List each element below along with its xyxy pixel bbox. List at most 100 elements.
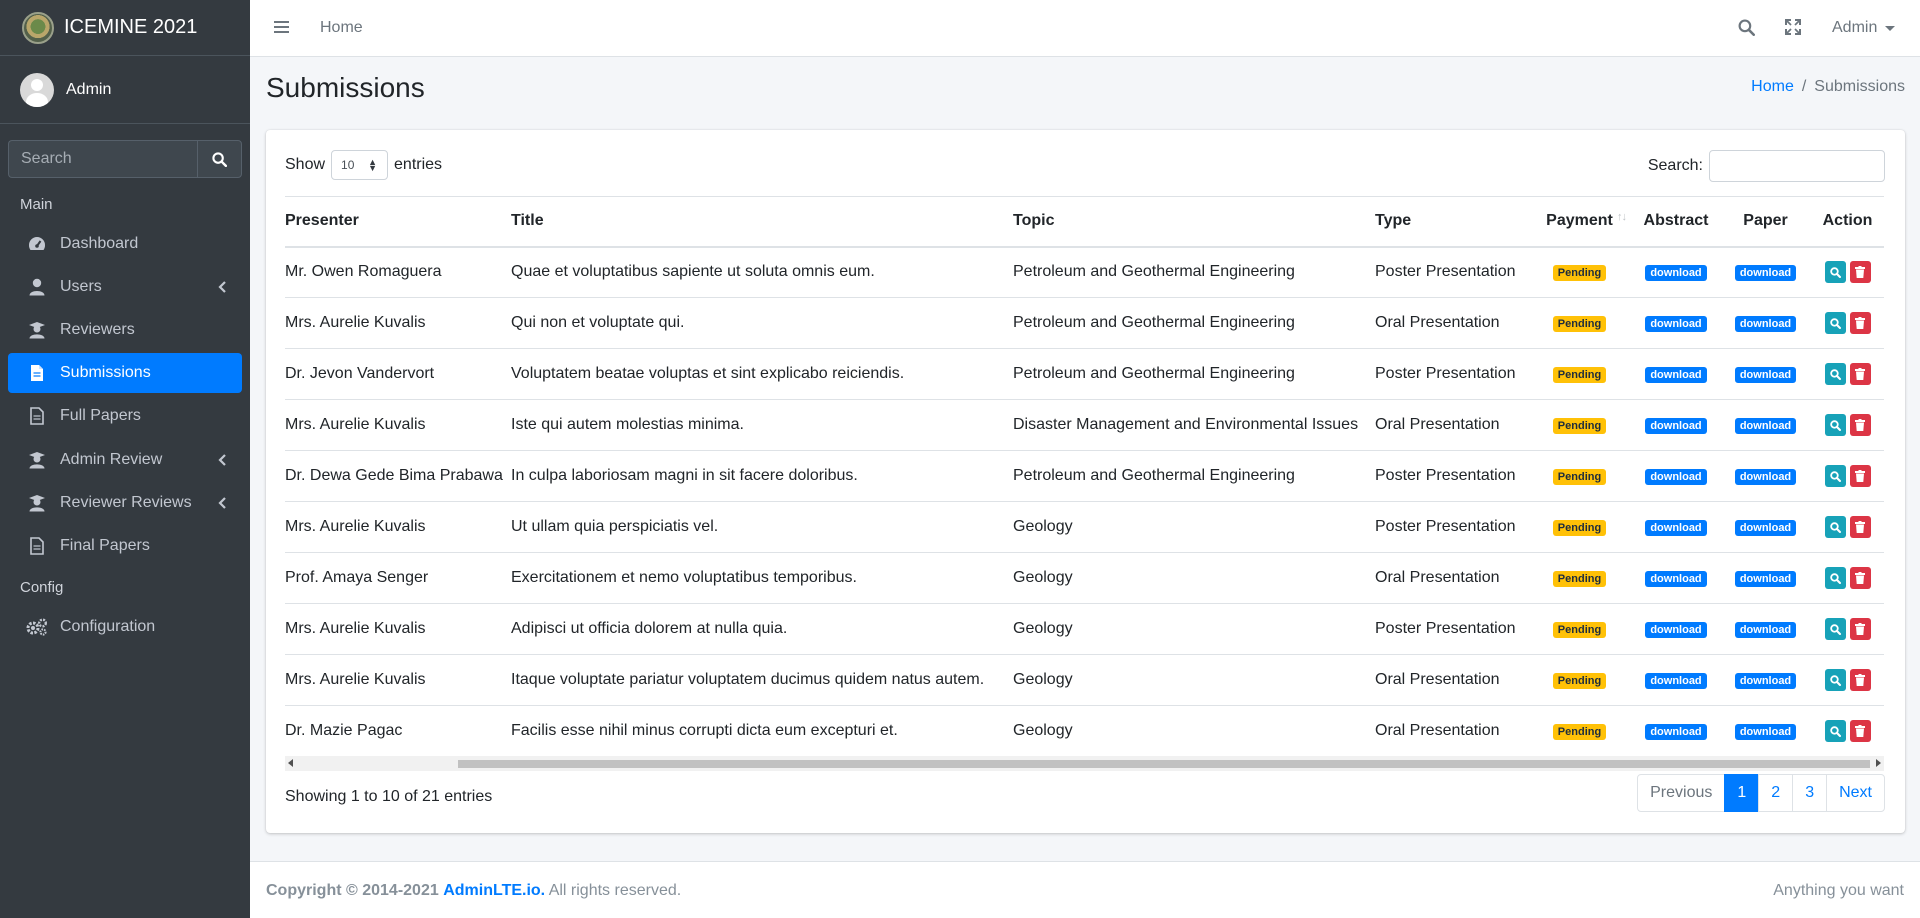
cell-presenter: Mr. Owen Romaguera xyxy=(285,246,503,298)
abstract-download-link[interactable]: download xyxy=(1645,622,1707,638)
abstract-download-link[interactable]: download xyxy=(1645,724,1707,740)
delete-button[interactable] xyxy=(1849,567,1871,589)
cell-payment: Pending xyxy=(1527,246,1632,298)
column-header-presenter[interactable]: Presenter xyxy=(285,196,503,248)
sidebar-item-dashboard[interactable]: Dashboard xyxy=(8,224,242,264)
view-button[interactable] xyxy=(1824,261,1846,284)
fullscreen-expand-icon[interactable] xyxy=(1785,19,1801,40)
sidebar-item-users[interactable]: Users xyxy=(8,267,242,307)
sidebar-item-configuration[interactable]: Configuration xyxy=(8,607,242,647)
cell-topic: Petroleum and Geothermal Engineering xyxy=(1005,450,1367,502)
admin-dropdown[interactable]: Admin xyxy=(1832,19,1896,37)
paper-download-link[interactable]: download xyxy=(1734,367,1797,383)
paper-download-link[interactable]: download xyxy=(1734,673,1797,689)
cell-presenter: Mrs. Aurelie Kuvalis xyxy=(285,654,503,706)
view-button[interactable] xyxy=(1824,363,1846,385)
paper-download-link[interactable]: download xyxy=(1734,622,1797,638)
paper-download-link[interactable]: download xyxy=(1734,571,1797,587)
top-nav-home-link[interactable]: Home xyxy=(320,19,363,37)
select-arrows-icon: ▲ ▼ xyxy=(368,157,378,173)
column-header-title[interactable]: Title xyxy=(503,196,1005,248)
view-button[interactable] xyxy=(1824,618,1846,640)
cell-abstract: download xyxy=(1632,654,1720,706)
brand-link[interactable]: ICEMINE 2021 xyxy=(0,0,250,56)
delete-button[interactable] xyxy=(1849,261,1871,284)
pagination-next[interactable]: Next xyxy=(1826,774,1885,812)
delete-button[interactable] xyxy=(1849,465,1871,487)
cell-title: Voluptatem beatae voluptas et sint expli… xyxy=(503,348,1005,400)
paper-download-link[interactable]: download xyxy=(1734,418,1797,434)
abstract-download-link[interactable]: download xyxy=(1645,418,1707,434)
hamburger-menu-icon[interactable] xyxy=(274,20,289,39)
abstract-download-link[interactable]: download xyxy=(1645,520,1707,536)
scrollbar-thumb[interactable] xyxy=(458,760,1870,768)
pagination-page-1[interactable]: 1 xyxy=(1724,774,1760,812)
paper-download-link[interactable]: download xyxy=(1734,724,1797,740)
sidebar-search-button[interactable] xyxy=(197,140,242,178)
cell-presenter: Mrs. Aurelie Kuvalis xyxy=(285,603,503,655)
column-header-topic[interactable]: Topic xyxy=(1005,196,1367,248)
cell-payment: Pending xyxy=(1527,603,1632,655)
sidebar-search-input[interactable] xyxy=(8,140,197,178)
delete-button[interactable] xyxy=(1849,516,1871,538)
sidebar-item-final-papers[interactable]: Final Papers xyxy=(8,526,242,566)
footer-brand-link[interactable]: AdminLTE.io. xyxy=(443,882,545,899)
paper-download-link[interactable]: download xyxy=(1734,469,1797,485)
abstract-download-link[interactable]: download xyxy=(1645,265,1707,282)
abstract-download-link[interactable]: download xyxy=(1645,367,1707,383)
cell-payment: Pending xyxy=(1527,297,1632,349)
view-button[interactable] xyxy=(1824,669,1846,691)
search-icon xyxy=(1829,725,1841,737)
column-header-paper[interactable]: Paper xyxy=(1720,196,1811,248)
cell-presenter: Mrs. Aurelie Kuvalis xyxy=(285,297,503,349)
pagination-page-3[interactable]: 3 xyxy=(1792,774,1828,812)
abstract-download-link[interactable]: download xyxy=(1645,469,1707,485)
cell-paper: download xyxy=(1720,603,1811,655)
abstract-download-link[interactable]: download xyxy=(1645,673,1707,689)
view-button[interactable] xyxy=(1824,516,1846,538)
sidebar-item-reviewer-reviews[interactable]: Reviewer Reviews xyxy=(8,483,242,523)
sidebar-item-submissions[interactable]: Submissions xyxy=(8,353,242,393)
abstract-download-link[interactable]: download xyxy=(1645,316,1707,332)
scroll-left-arrow-icon[interactable] xyxy=(288,759,293,767)
view-button[interactable] xyxy=(1824,465,1846,487)
breadcrumb-home-link[interactable]: Home xyxy=(1751,78,1794,95)
view-button[interactable] xyxy=(1824,567,1846,589)
pagination-page-2[interactable]: 2 xyxy=(1758,774,1794,812)
column-header-payment[interactable]: Payment ↑↓ xyxy=(1527,196,1632,248)
paper-download-link[interactable]: download xyxy=(1734,316,1797,332)
view-button[interactable] xyxy=(1824,720,1846,742)
column-header-abstract[interactable]: Abstract xyxy=(1632,196,1720,248)
cell-title: Iste qui autem molestias minima. xyxy=(503,399,1005,451)
user-panel[interactable]: Admin xyxy=(0,56,250,124)
sidebar-item-admin-review[interactable]: Admin Review xyxy=(8,440,242,480)
delete-button[interactable] xyxy=(1849,720,1871,742)
navbar-search-icon[interactable] xyxy=(1738,19,1756,41)
cell-payment: Pending xyxy=(1527,450,1632,502)
cell-type: Oral Presentation xyxy=(1367,297,1527,349)
delete-button[interactable] xyxy=(1849,414,1871,436)
delete-button[interactable] xyxy=(1849,363,1871,385)
payment-status-badge: Pending xyxy=(1552,724,1607,740)
view-button[interactable] xyxy=(1824,312,1846,334)
sidebar-item-full-papers[interactable]: Full Papers xyxy=(8,396,242,436)
cell-type: Poster Presentation xyxy=(1367,246,1527,298)
delete-button[interactable] xyxy=(1849,618,1871,640)
scroll-right-arrow-icon[interactable] xyxy=(1876,759,1881,767)
delete-button[interactable] xyxy=(1849,669,1871,691)
cell-payment: Pending xyxy=(1527,399,1632,451)
paper-download-link[interactable]: download xyxy=(1734,265,1797,282)
delete-button[interactable] xyxy=(1849,312,1871,334)
pagination-previous[interactable]: Previous xyxy=(1637,774,1726,812)
paper-download-link[interactable]: download xyxy=(1734,520,1797,536)
page-length-select[interactable]: 10 ▲ ▼ xyxy=(331,150,389,180)
abstract-download-link[interactable]: download xyxy=(1645,571,1707,587)
cell-type: Poster Presentation xyxy=(1367,450,1527,502)
view-button[interactable] xyxy=(1824,414,1846,436)
sidebar-item-reviewers[interactable]: Reviewers xyxy=(8,310,242,350)
column-header-type[interactable]: Type xyxy=(1367,196,1527,248)
breadcrumb-separator: / xyxy=(1801,78,1807,95)
trash-icon xyxy=(1855,317,1865,329)
horizontal-scrollbar[interactable] xyxy=(285,756,1884,771)
table-search-input[interactable] xyxy=(1709,150,1885,182)
